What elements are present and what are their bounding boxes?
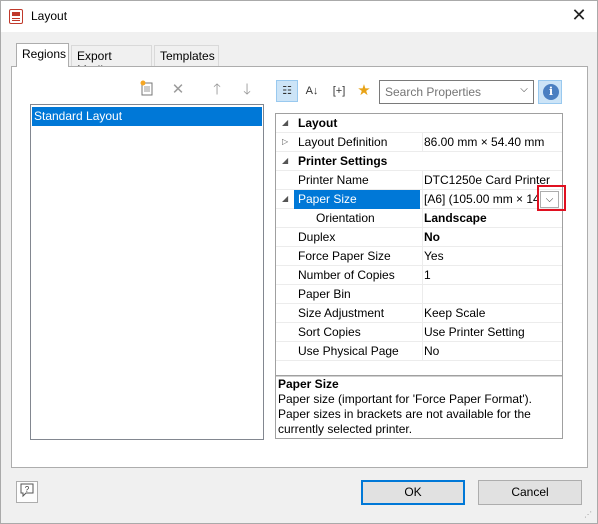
resize-grip-icon[interactable]: ⋰ xyxy=(584,510,594,520)
property-value[interactable] xyxy=(422,285,562,304)
cancel-button[interactable]: Cancel xyxy=(478,480,582,505)
window-title: Layout xyxy=(31,9,68,23)
chevron-down-icon[interactable]: ⌵ xyxy=(517,84,531,98)
info-icon: i xyxy=(543,84,559,100)
description-divider xyxy=(276,376,562,377)
property-row-printer-name[interactable]: Printer Name DTC1250e Card Printer xyxy=(276,171,562,190)
property-name: Sort Copies xyxy=(298,325,361,339)
highlight-box xyxy=(537,185,566,211)
layout-app-icon xyxy=(9,9,23,24)
description-title: Paper Size xyxy=(278,377,339,391)
description-text: Paper size (important for 'Force Paper F… xyxy=(278,392,532,436)
info-button[interactable]: i xyxy=(538,80,562,104)
property-row-number-of-copies[interactable]: Number of Copies 1 xyxy=(276,266,562,285)
property-value[interactable]: 1 xyxy=(422,266,562,285)
sort-alpha-icon: A↓ xyxy=(305,85,319,97)
svg-text:?: ? xyxy=(25,485,30,494)
close-button[interactable]: ✕ xyxy=(566,3,592,29)
property-value[interactable]: Landscape xyxy=(422,209,562,228)
property-row-duplex[interactable]: Duplex No xyxy=(276,228,562,247)
collapse-icon[interactable]: ◢ xyxy=(282,156,292,166)
regions-list[interactable]: Standard Layout xyxy=(30,104,264,440)
property-row-use-physical-page[interactable]: Use Physical Page No xyxy=(276,342,562,361)
property-grid[interactable]: ◢ Layout ▷ Layout Definition 86.00 mm × … xyxy=(275,113,563,376)
property-value[interactable]: No xyxy=(422,342,562,361)
categorized-view-button[interactable]: ☷ xyxy=(276,80,298,102)
category-printer-settings[interactable]: ◢ Printer Settings xyxy=(276,152,562,171)
categorized-icon: ☷ xyxy=(282,85,292,97)
property-row-paper-size[interactable]: ◢ Paper Size [A6] (105.00 mm × 14... ⌵ xyxy=(276,190,562,209)
search-input[interactable] xyxy=(379,80,534,104)
property-row-paper-bin[interactable]: Paper Bin xyxy=(276,285,562,304)
help-icon: ? xyxy=(20,483,34,498)
add-region-icon[interactable] xyxy=(137,80,157,100)
property-value[interactable]: 86.00 mm × 54.40 mm xyxy=(422,133,562,152)
property-value[interactable]: [A6] (105.00 mm × 14... xyxy=(422,190,538,209)
tab-regions[interactable]: Regions xyxy=(16,43,69,67)
delete-icon[interactable]: ✕ xyxy=(168,80,188,100)
property-value[interactable]: Yes xyxy=(422,247,562,266)
alphabetical-sort-button[interactable]: A↓ xyxy=(301,80,323,102)
property-value[interactable]: Keep Scale xyxy=(422,304,562,323)
collapse-icon[interactable]: ◢ xyxy=(282,118,292,128)
property-name: Paper Size xyxy=(294,190,420,209)
title-bar: Layout ✕ xyxy=(0,0,598,32)
property-value[interactable]: Use Printer Setting xyxy=(422,323,562,342)
category-label: Layout xyxy=(298,116,338,130)
property-description: Paper Size Paper size (important for 'Fo… xyxy=(275,376,563,439)
expand-arrow-icon[interactable]: ▷ xyxy=(282,137,292,147)
property-name: Use Physical Page xyxy=(298,344,399,358)
property-value[interactable]: No xyxy=(422,228,562,247)
property-row-orientation[interactable]: Orientation Landscape xyxy=(276,209,562,228)
property-name: Number of Copies xyxy=(298,268,395,282)
category-label: Printer Settings xyxy=(298,154,388,168)
property-name: Force Paper Size xyxy=(298,249,391,263)
ok-button[interactable]: OK xyxy=(361,480,465,505)
property-name: Orientation xyxy=(316,211,375,225)
category-layout[interactable]: ◢ Layout xyxy=(276,114,562,133)
star-icon: ★ xyxy=(357,82,371,99)
tab-export-media[interactable]: Export Media xyxy=(71,45,152,77)
property-name: Paper Bin xyxy=(298,287,351,301)
property-name: Printer Name xyxy=(298,173,369,187)
move-up-icon[interactable]: 🡑 xyxy=(207,80,227,100)
list-item[interactable]: Standard Layout xyxy=(32,107,262,126)
tab-templates[interactable]: Templates xyxy=(154,45,219,66)
property-name: Layout Definition xyxy=(298,135,388,149)
collapse-icon[interactable]: ◢ xyxy=(282,194,292,204)
expand-all-button[interactable]: [+] xyxy=(328,80,350,102)
property-row-layout-definition[interactable]: ▷ Layout Definition 86.00 mm × 54.40 mm xyxy=(276,133,562,152)
move-down-icon[interactable]: 🡓 xyxy=(237,80,257,100)
expand-icon: [+] xyxy=(332,85,346,97)
property-row-sort-copies[interactable]: Sort Copies Use Printer Setting xyxy=(276,323,562,342)
favorites-button[interactable]: ★ xyxy=(353,80,375,102)
property-row-force-paper-size[interactable]: Force Paper Size Yes xyxy=(276,247,562,266)
property-name: Size Adjustment xyxy=(298,306,385,320)
help-button[interactable]: ? xyxy=(16,481,38,503)
property-row-size-adjustment[interactable]: Size Adjustment Keep Scale xyxy=(276,304,562,323)
property-name: Duplex xyxy=(298,230,336,244)
